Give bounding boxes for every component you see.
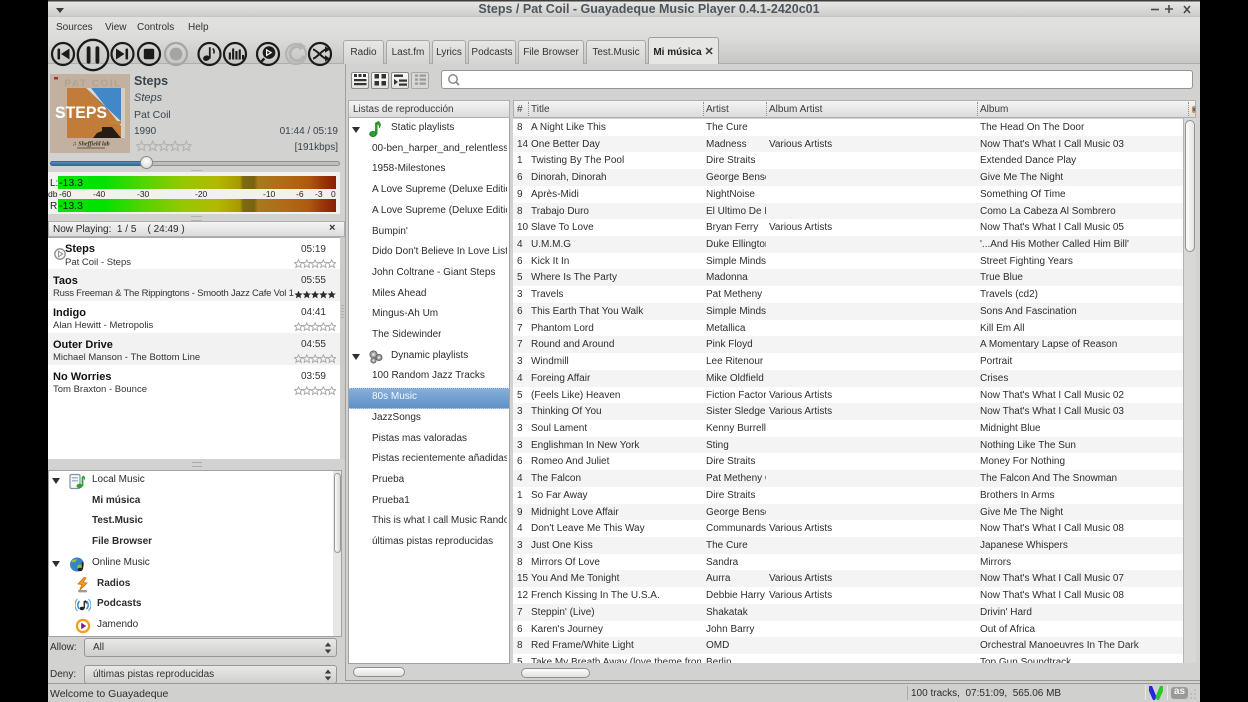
svg-text:STEPS: STEPS (55, 103, 107, 122)
svg-text:PAT COIL: PAT COIL (64, 79, 121, 90)
svg-text:♫ Sheffield lab: ♫ Sheffield lab (72, 142, 109, 148)
